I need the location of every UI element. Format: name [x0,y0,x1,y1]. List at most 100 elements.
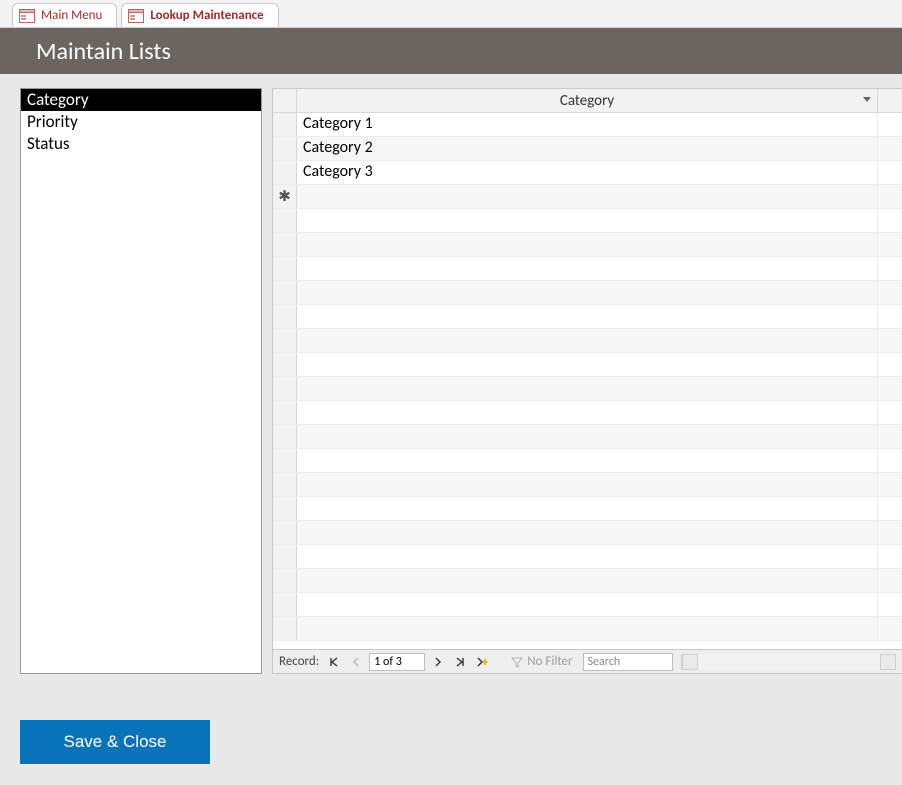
row-selector [273,545,297,568]
row-selector [273,425,297,448]
nav-prev-button[interactable] [347,653,365,671]
sidebar-item-priority[interactable]: Priority [21,111,261,133]
new-record-icon: ✱ [273,185,297,208]
empty-cell [297,377,878,400]
row-selector [273,617,297,640]
form-icon [19,9,35,23]
empty-cell [297,305,878,328]
empty-cell [297,401,878,424]
sidebar-item-status[interactable]: Status [21,133,261,155]
nav-new-button[interactable] [473,653,491,671]
form-icon [128,9,144,23]
form-footer: Save & Close [0,666,902,764]
empty-row [273,377,902,401]
record-label: Record: [279,654,319,669]
empty-row [273,209,902,233]
empty-cell [297,521,878,544]
row-selector [273,305,297,328]
row-selector[interactable] [273,137,297,160]
sidebar-item-label: Status [27,133,70,154]
nav-first-button[interactable] [325,653,343,671]
column-header-row: Category [273,89,902,113]
row-selector [273,209,297,232]
chevron-down-icon[interactable] [863,97,871,102]
empty-row [273,425,902,449]
row-selector [273,521,297,544]
empty-cell [297,497,878,520]
form-banner: Maintain Lists [0,28,902,74]
cell-input[interactable] [303,138,871,157]
row-selector[interactable] [273,161,297,184]
cell-category[interactable] [297,185,878,208]
empty-row [273,305,902,329]
row-selector [273,401,297,424]
nav-last-button[interactable] [451,653,469,671]
empty-row [273,329,902,353]
cell-input[interactable] [303,114,871,133]
row-selector [273,449,297,472]
cell-input[interactable] [303,162,871,181]
row-selector [273,233,297,256]
row-selector [273,593,297,616]
lookup-type-list[interactable]: Category Priority Status [20,88,262,674]
new-record-row[interactable]: ✱ [273,185,902,209]
column-header-category[interactable]: Category [297,89,878,112]
record-search-input[interactable] [583,653,673,671]
sidebar-item-label: Priority [27,111,78,132]
table-row[interactable] [273,161,902,185]
row-selector [273,497,297,520]
record-position-input[interactable] [369,653,425,671]
column-header-label: Category [560,92,614,110]
column-header-spacer [878,89,902,112]
banner-title: Maintain Lists [36,37,171,66]
record-navigator: Record: No Filte [273,649,902,673]
sidebar-item-label: Category [27,89,89,110]
select-all-corner[interactable] [273,89,297,112]
datasheet-grid: Category [272,88,902,674]
grid-body: ✱ [273,113,902,649]
empty-row [273,257,902,281]
cell-category[interactable] [297,137,878,160]
tab-label: Main Menu [41,8,102,23]
empty-row [273,233,902,257]
empty-cell [297,593,878,616]
row-selector [273,353,297,376]
nav-next-button[interactable] [429,653,447,671]
row-selector [273,257,297,280]
empty-row [273,545,902,569]
cell-category[interactable] [297,113,878,136]
empty-row [273,281,902,305]
empty-row [273,353,902,377]
empty-cell [297,257,878,280]
empty-cell [297,545,878,568]
cell-category[interactable] [297,161,878,184]
row-selector [273,473,297,496]
tab-label: Lookup Maintenance [150,8,263,23]
empty-row [273,473,902,497]
empty-row [273,593,902,617]
tab-lookup-maintenance[interactable]: Lookup Maintenance [121,3,278,27]
filter-toggle[interactable]: No Filter [505,654,578,669]
empty-cell [297,329,878,352]
horizontal-scrollbar[interactable] [681,654,896,670]
empty-cell [297,353,878,376]
row-selector[interactable] [273,113,297,136]
empty-row [273,521,902,545]
cell-input[interactable] [303,186,871,205]
row-selector [273,281,297,304]
document-tabstrip: Main Menu Lookup Maintenance [0,0,902,28]
empty-cell [297,569,878,592]
filter-label: No Filter [527,654,572,669]
save-close-button[interactable]: Save & Close [20,720,210,764]
empty-row [273,449,902,473]
table-row[interactable] [273,137,902,161]
empty-row [273,497,902,521]
tab-main-menu[interactable]: Main Menu [12,3,117,27]
table-row[interactable] [273,113,902,137]
empty-cell [297,449,878,472]
work-area: Category Priority Status Category [0,74,902,666]
sidebar-item-category[interactable]: Category [21,89,261,111]
empty-row [273,401,902,425]
empty-row [273,617,902,641]
row-selector [273,329,297,352]
